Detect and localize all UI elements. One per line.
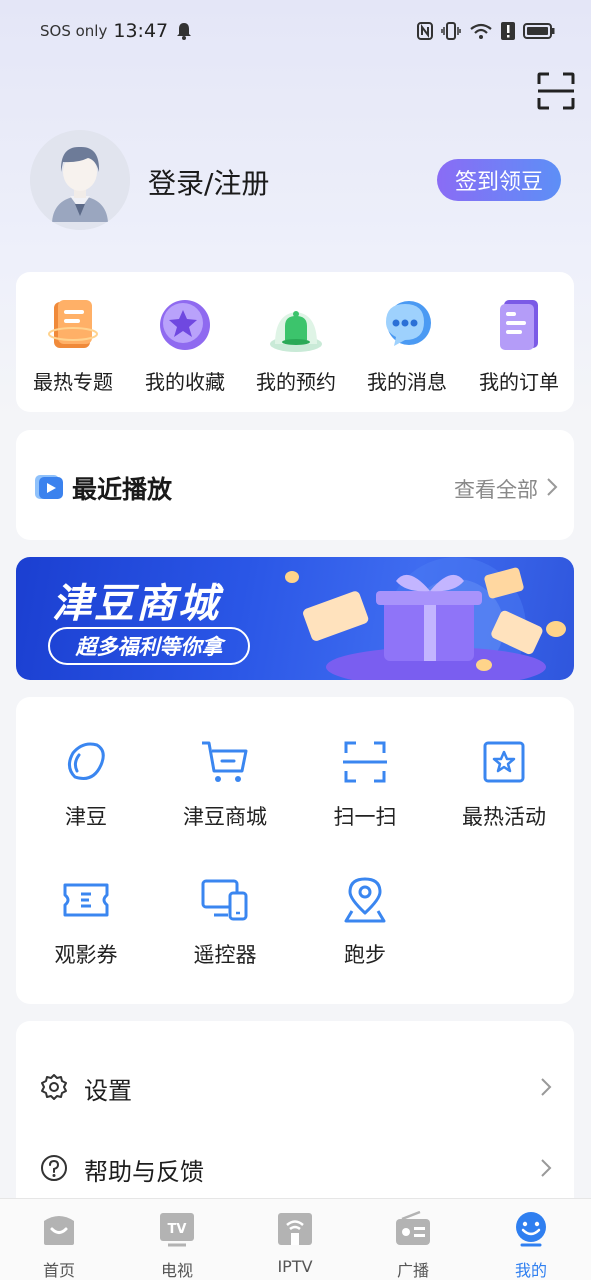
help-icon — [41, 1155, 67, 1181]
profile-header: 登录/注册 签到领豆 — [30, 130, 561, 230]
quick-link-reservations[interactable]: 我的预约 — [241, 294, 351, 395]
tab-mine[interactable]: 我的 — [481, 1211, 581, 1280]
settings-row[interactable]: 设置 — [16, 1051, 574, 1121]
quick-link-label: 我的收藏 — [145, 370, 225, 394]
star-favorite-icon — [160, 300, 210, 350]
service-jindou-mall[interactable]: 津豆商城 — [160, 737, 290, 831]
banner-title: 津豆商城 — [52, 581, 220, 627]
clock-time: 13:47 — [113, 20, 169, 42]
carrier-text: SOS only — [40, 22, 108, 40]
order-list-icon — [500, 300, 538, 350]
service-movie-tickets[interactable]: 观影券 — [21, 875, 151, 969]
status-bar: SOS only 13:47 — [0, 0, 591, 66]
remote-devices-icon — [201, 879, 248, 921]
cart-icon — [202, 741, 248, 782]
scan-icon — [343, 741, 387, 783]
scan-icon — [537, 72, 575, 110]
scan-button[interactable] — [537, 72, 575, 110]
service-label: 津豆 — [65, 805, 107, 829]
quick-link-messages[interactable]: 我的消息 — [352, 294, 462, 395]
star-box-icon — [483, 741, 525, 783]
banner-subtitle: 超多福利等你拿 — [48, 627, 250, 665]
vibrate-icon — [441, 22, 461, 40]
bell-reservation-icon — [270, 311, 322, 352]
tab-iptv[interactable]: IPTV — [245, 1211, 345, 1276]
gear-icon — [41, 1074, 67, 1100]
wifi-icon — [470, 23, 492, 39]
service-label: 扫一扫 — [333, 805, 397, 829]
radio-icon — [396, 1210, 430, 1245]
nfc-icon — [417, 22, 433, 40]
home-icon — [44, 1216, 74, 1245]
checkin-button[interactable]: 签到领豆 — [437, 159, 561, 201]
view-all-link[interactable]: 查看全部 — [454, 474, 538, 504]
tab-label: 广播 — [396, 1261, 429, 1280]
bottom-tab-bar: 首页 TV 电视 IPTV 广播 我的 — [0, 1198, 591, 1280]
chevron-right-icon — [541, 1159, 552, 1177]
battery-icon — [523, 23, 555, 39]
service-running[interactable]: 跑步 — [300, 875, 430, 969]
recent-play-title: 最近播放 — [72, 475, 173, 504]
quick-link-orders[interactable]: 我的订单 — [464, 294, 574, 395]
mine-icon — [516, 1212, 546, 1247]
chevron-right-icon — [547, 478, 558, 496]
svg-text:TV: TV — [168, 1222, 187, 1237]
help-feedback-row[interactable]: 帮助与反馈 — [16, 1132, 574, 1202]
tab-radio[interactable]: 广播 — [363, 1210, 463, 1280]
tv-icon: TV — [160, 1213, 194, 1247]
service-remote-control[interactable]: 遥控器 — [160, 875, 290, 969]
login-register-link[interactable]: 登录/注册 — [148, 162, 269, 202]
default-avatar-icon — [30, 130, 130, 230]
help-feedback-label: 帮助与反馈 — [84, 1158, 204, 1186]
location-pin-icon — [344, 877, 386, 923]
tab-label: IPTV — [277, 1257, 313, 1276]
service-jindou[interactable]: 津豆 — [21, 737, 151, 831]
mall-promo-banner[interactable]: 津豆商城 超多福利等你拿 — [16, 557, 574, 680]
settings-card: 设置 帮助与反馈 — [16, 1021, 574, 1221]
iptv-icon — [278, 1213, 312, 1245]
tab-label: 首页 — [42, 1261, 75, 1280]
quick-links-card: 最热专题 我的收藏 我的预约 我的消息 我的订单 — [16, 272, 574, 412]
alert-icon — [501, 22, 515, 40]
service-label: 津豆商城 — [183, 805, 267, 829]
service-label: 遥控器 — [193, 943, 257, 967]
avatar[interactable] — [30, 130, 130, 230]
quick-link-label: 我的消息 — [367, 370, 447, 394]
service-label: 跑步 — [344, 943, 386, 967]
service-scan[interactable]: 扫一扫 — [300, 737, 430, 831]
quick-link-hot-topics[interactable]: 最热专题 — [18, 294, 128, 395]
quick-link-favorites[interactable]: 我的收藏 — [130, 294, 240, 395]
quick-link-label: 最热专题 — [33, 370, 113, 394]
recent-play-icon — [35, 475, 63, 499]
bean-icon — [68, 742, 105, 780]
quick-link-label: 我的预约 — [256, 370, 336, 394]
chat-message-icon — [386, 301, 431, 346]
recent-play-card: 最近播放 查看全部 — [16, 430, 574, 540]
quick-link-label: 我的订单 — [479, 370, 559, 394]
ticket-icon — [63, 883, 109, 917]
service-hot-events[interactable]: 最热活动 — [439, 737, 569, 831]
tab-label: 我的 — [514, 1261, 547, 1280]
hot-topic-book-icon — [48, 300, 98, 348]
notification-bell-icon — [177, 23, 192, 40]
tab-label: 电视 — [160, 1261, 193, 1280]
tab-home[interactable]: 首页 — [9, 1211, 109, 1280]
settings-label: 设置 — [84, 1077, 132, 1105]
services-grid-card: 津豆 津豆商城 扫一扫 最热活动 观影券 遥控器 跑步 — [16, 697, 574, 1004]
tab-tv[interactable]: TV 电视 — [127, 1211, 227, 1280]
chevron-right-icon — [541, 1078, 552, 1096]
service-label: 观影券 — [54, 943, 118, 967]
service-label: 最热活动 — [462, 805, 546, 829]
